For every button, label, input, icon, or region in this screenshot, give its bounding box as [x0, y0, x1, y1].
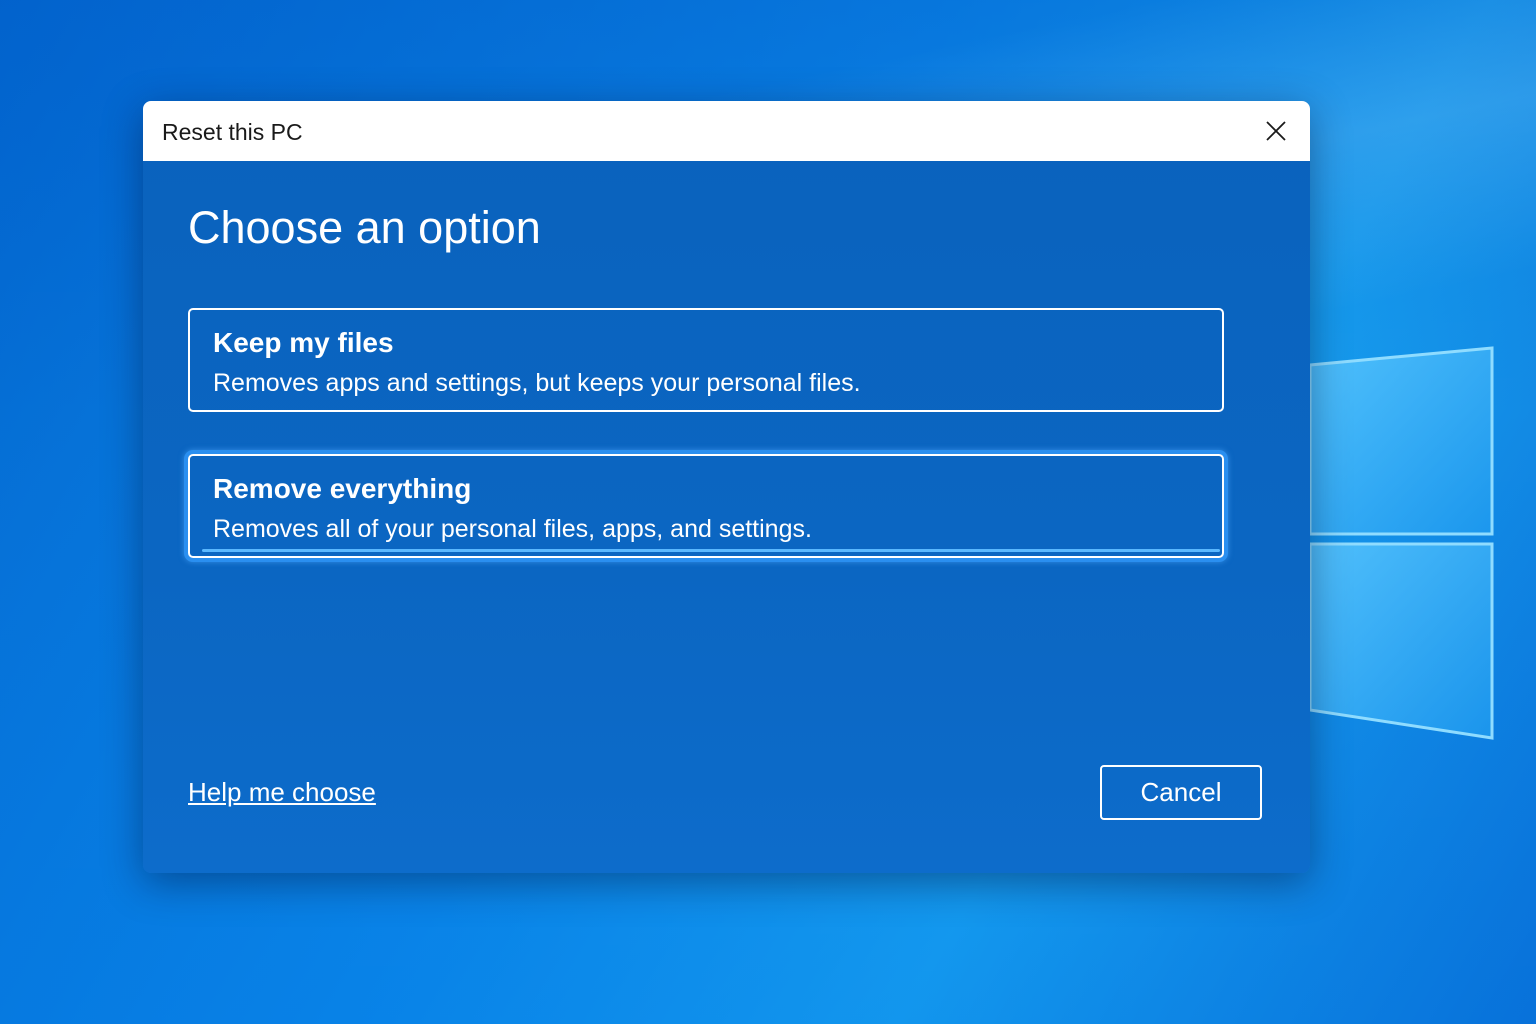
option-title: Remove everything — [213, 473, 472, 504]
option-description: Removes all of your personal files, apps… — [213, 515, 812, 543]
help-me-choose-link[interactable]: Help me choose — [188, 776, 376, 808]
option-title: Keep my files — [213, 327, 394, 358]
windows-logo-icon — [1308, 346, 1494, 740]
close-icon — [1266, 121, 1286, 141]
cancel-button[interactable]: Cancel — [1100, 765, 1262, 820]
page-heading: Choose an option — [188, 202, 541, 253]
keep-my-files-option[interactable]: Keep my files Removes apps and settings,… — [188, 308, 1224, 412]
dialog-titlebar: Reset this PC — [143, 101, 1310, 161]
close-button[interactable] — [1242, 101, 1310, 161]
reset-pc-dialog: Reset this PC Choose an option Keep my f… — [143, 101, 1310, 873]
option-description: Removes apps and settings, but keeps you… — [213, 369, 861, 397]
dialog-title: Reset this PC — [162, 119, 303, 145]
remove-everything-option[interactable]: Remove everything Removes all of your pe… — [188, 454, 1224, 558]
